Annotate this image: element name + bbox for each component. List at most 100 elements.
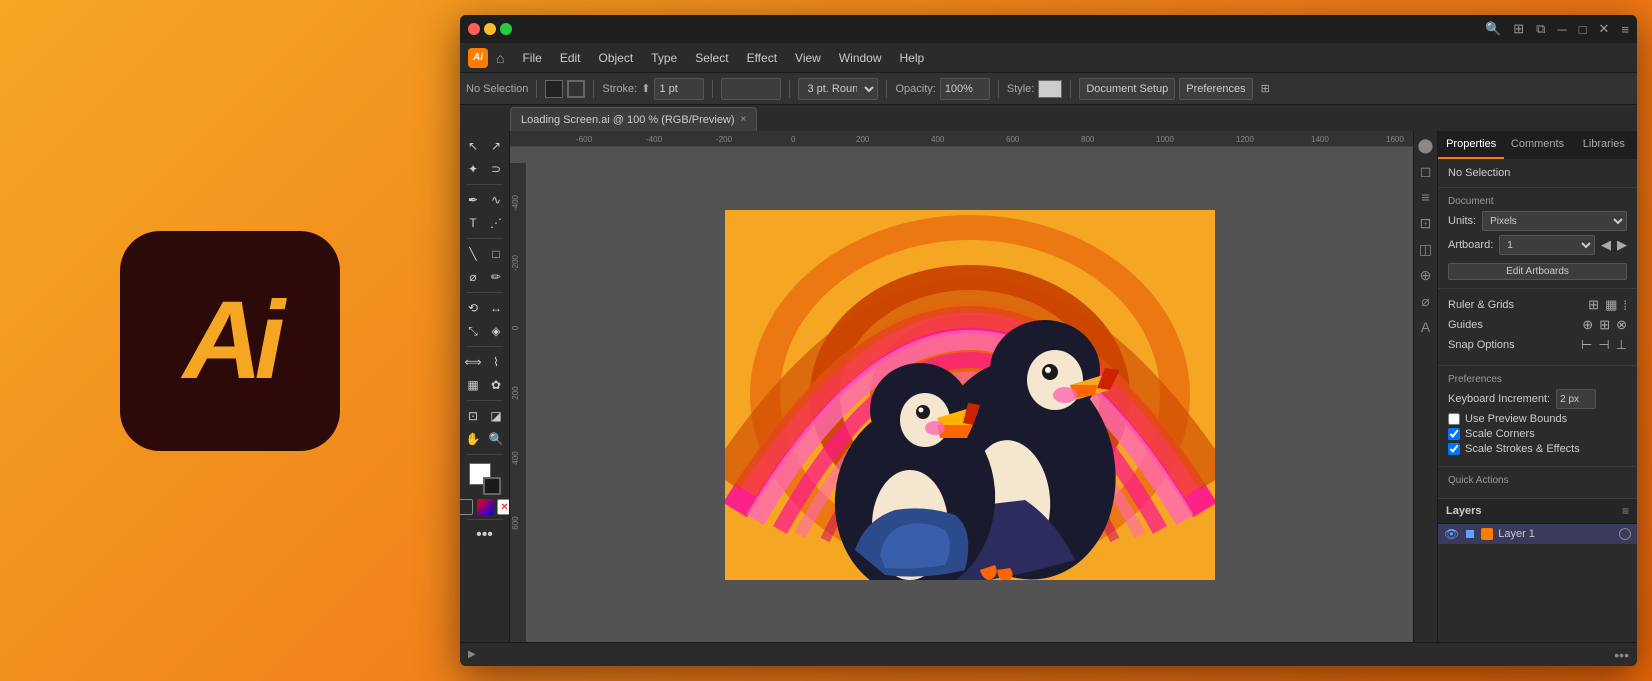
menu-type[interactable]: Type (643, 49, 685, 67)
keyboard-input[interactable] (1556, 389, 1596, 409)
preview-bounds-checkbox[interactable] (1448, 413, 1460, 425)
color-panel-icon[interactable]: ⬤ (1416, 135, 1436, 155)
minimize-button[interactable] (484, 23, 496, 35)
stroke-input[interactable] (654, 78, 704, 100)
tab-comments[interactable]: Comments (1504, 131, 1570, 159)
side-panel-icons: ⬤ ◻ ≡ ⊡ ◫ ⊕ ⌀ A (1413, 131, 1437, 642)
document-setup-btn[interactable]: Document Setup (1079, 78, 1175, 100)
scale-tool[interactable]: ⤡ (462, 320, 484, 342)
canvas-area[interactable]: -600 -400 -200 0 200 400 600 800 1000 12… (510, 131, 1413, 642)
brushes-icon[interactable]: ⌀ (1416, 291, 1436, 311)
style-swatch[interactable] (1038, 80, 1062, 98)
symbol-tool[interactable]: ✿ (485, 374, 507, 396)
reflect-tool[interactable]: ↔ (485, 297, 507, 319)
bar-chart-tool[interactable]: ▦ (462, 374, 484, 396)
menu-object[interactable]: Object (591, 49, 642, 67)
shear-tool[interactable]: ◈ (485, 320, 507, 342)
layer-1-row[interactable]: 👁 Layer 1 (1438, 524, 1637, 544)
fill-swatch[interactable] (545, 80, 563, 98)
units-select[interactable]: Pixels (1482, 211, 1627, 231)
layer-visibility-icon[interactable]: 👁 (1444, 527, 1459, 541)
menu-view[interactable]: View (787, 49, 829, 67)
ruler-icon[interactable]: ⊞ (1588, 297, 1599, 313)
preferences-btn[interactable]: Preferences (1179, 78, 1252, 100)
menu-options-icon[interactable]: ≡ (1621, 22, 1629, 37)
menu-help[interactable]: Help (892, 49, 933, 67)
scale-corners-checkbox[interactable] (1448, 428, 1460, 440)
fill-stroke-widget[interactable] (469, 463, 501, 495)
edit-artboards-btn[interactable]: Edit Artboards (1448, 263, 1627, 280)
artboard[interactable] (725, 210, 1215, 580)
zoom-tool[interactable]: 🔍 (485, 428, 507, 450)
align-icon[interactable]: ≡ (1416, 187, 1436, 207)
guides-icons: ⊕ ⊞ ⊗ (1582, 317, 1627, 333)
guides-icon-1[interactable]: ⊕ (1582, 317, 1593, 333)
none-swatch[interactable] (460, 499, 473, 515)
grid-icon-2[interactable]: ▦ (1605, 297, 1617, 313)
lasso-tool[interactable]: ⊃ (485, 158, 507, 180)
grid-dots-icon[interactable]: ⁞ (1623, 298, 1627, 313)
guides-icon-3[interactable]: ⊗ (1616, 317, 1627, 333)
window-icon[interactable]: ⧉ (1536, 21, 1545, 37)
more-options-btn[interactable]: ••• (1614, 647, 1629, 663)
search-icon[interactable]: 🔍 (1485, 21, 1501, 37)
rect-tool[interactable]: □ (485, 243, 507, 265)
menu-edit[interactable]: Edit (552, 49, 589, 67)
round-select[interactable]: 3 pt. Round (798, 78, 878, 100)
arrange-icon[interactable]: ⊞ (1261, 82, 1270, 95)
layers-options-icon[interactable]: ≡ (1622, 504, 1629, 518)
tab-libraries[interactable]: Libraries (1571, 131, 1637, 159)
paintbrush-tool[interactable]: ⌀ (462, 266, 484, 288)
guides-icon-2[interactable]: ⊞ (1599, 317, 1610, 333)
touch-type-tool[interactable]: ⋰ (485, 212, 507, 234)
maximize-button[interactable] (500, 23, 512, 35)
tab-close-btn[interactable]: × (741, 114, 747, 125)
warp-tool[interactable]: ⌇ (485, 351, 507, 373)
magic-wand-tool[interactable]: ✦ (462, 158, 484, 180)
grid-icon[interactable]: ⊞ (1513, 21, 1524, 37)
no-color-swatch[interactable]: ✕ (497, 499, 511, 515)
win-minimize-icon[interactable]: ─ (1557, 22, 1566, 37)
stroke-style-input[interactable] (721, 78, 781, 100)
rotate-tool[interactable]: ⟲ (462, 297, 484, 319)
scale-strokes-checkbox[interactable] (1448, 443, 1460, 455)
pencil-tool[interactable]: ✏ (485, 266, 507, 288)
transform-icon[interactable]: ⊡ (1416, 213, 1436, 233)
win-close-icon[interactable]: ✕ (1599, 21, 1610, 37)
menu-file[interactable]: File (514, 49, 549, 67)
layer-target-icon[interactable] (1619, 528, 1631, 540)
artboard-select[interactable]: 1 (1499, 235, 1595, 255)
more-tools-btn[interactable]: ••• (474, 524, 496, 546)
appearance-icon[interactable]: ◻ (1416, 161, 1436, 181)
gradient-swatch[interactable] (477, 499, 493, 515)
artboard-next-icon[interactable]: ▶ (1617, 237, 1627, 253)
opacity-input[interactable] (940, 78, 990, 100)
hand-tool[interactable]: ✋ (462, 428, 484, 450)
tab-properties[interactable]: Properties (1438, 131, 1504, 159)
width-tool[interactable]: ⟺ (462, 351, 484, 373)
pathfinder-icon[interactable]: ◫ (1416, 239, 1436, 259)
type-icon[interactable]: A (1416, 317, 1436, 337)
menu-window[interactable]: Window (831, 49, 890, 67)
close-button[interactable] (468, 23, 480, 35)
home-icon[interactable]: ⌂ (496, 50, 504, 66)
menu-select[interactable]: Select (687, 49, 736, 67)
stroke-color-swatch[interactable] (567, 80, 585, 98)
pen-tool[interactable]: ✒ (462, 189, 484, 211)
type-tool[interactable]: T (462, 212, 484, 234)
select-tool[interactable]: ↖ (462, 135, 484, 157)
artboard-tool[interactable]: ⊡ (462, 405, 484, 427)
stroke-color[interactable] (483, 477, 501, 495)
direct-select-tool[interactable]: ↗ (485, 135, 507, 157)
snap-icon-3[interactable]: ⊥ (1616, 337, 1627, 353)
line-tool[interactable]: ╲ (462, 243, 484, 265)
artboard-prev-icon[interactable]: ◀ (1601, 237, 1611, 253)
document-tab[interactable]: Loading Screen.ai @ 100 % (RGB/Preview) … (510, 107, 757, 131)
curvature-tool[interactable]: ∿ (485, 189, 507, 211)
win-maximize-icon[interactable]: □ (1579, 22, 1587, 37)
snap-icon-2[interactable]: ⊣ (1598, 337, 1609, 353)
snap-icon-1[interactable]: ⊢ (1581, 337, 1592, 353)
slice-tool[interactable]: ◪ (485, 405, 507, 427)
menu-effect[interactable]: Effect (739, 49, 785, 67)
symbols-icon[interactable]: ⊕ (1416, 265, 1436, 285)
